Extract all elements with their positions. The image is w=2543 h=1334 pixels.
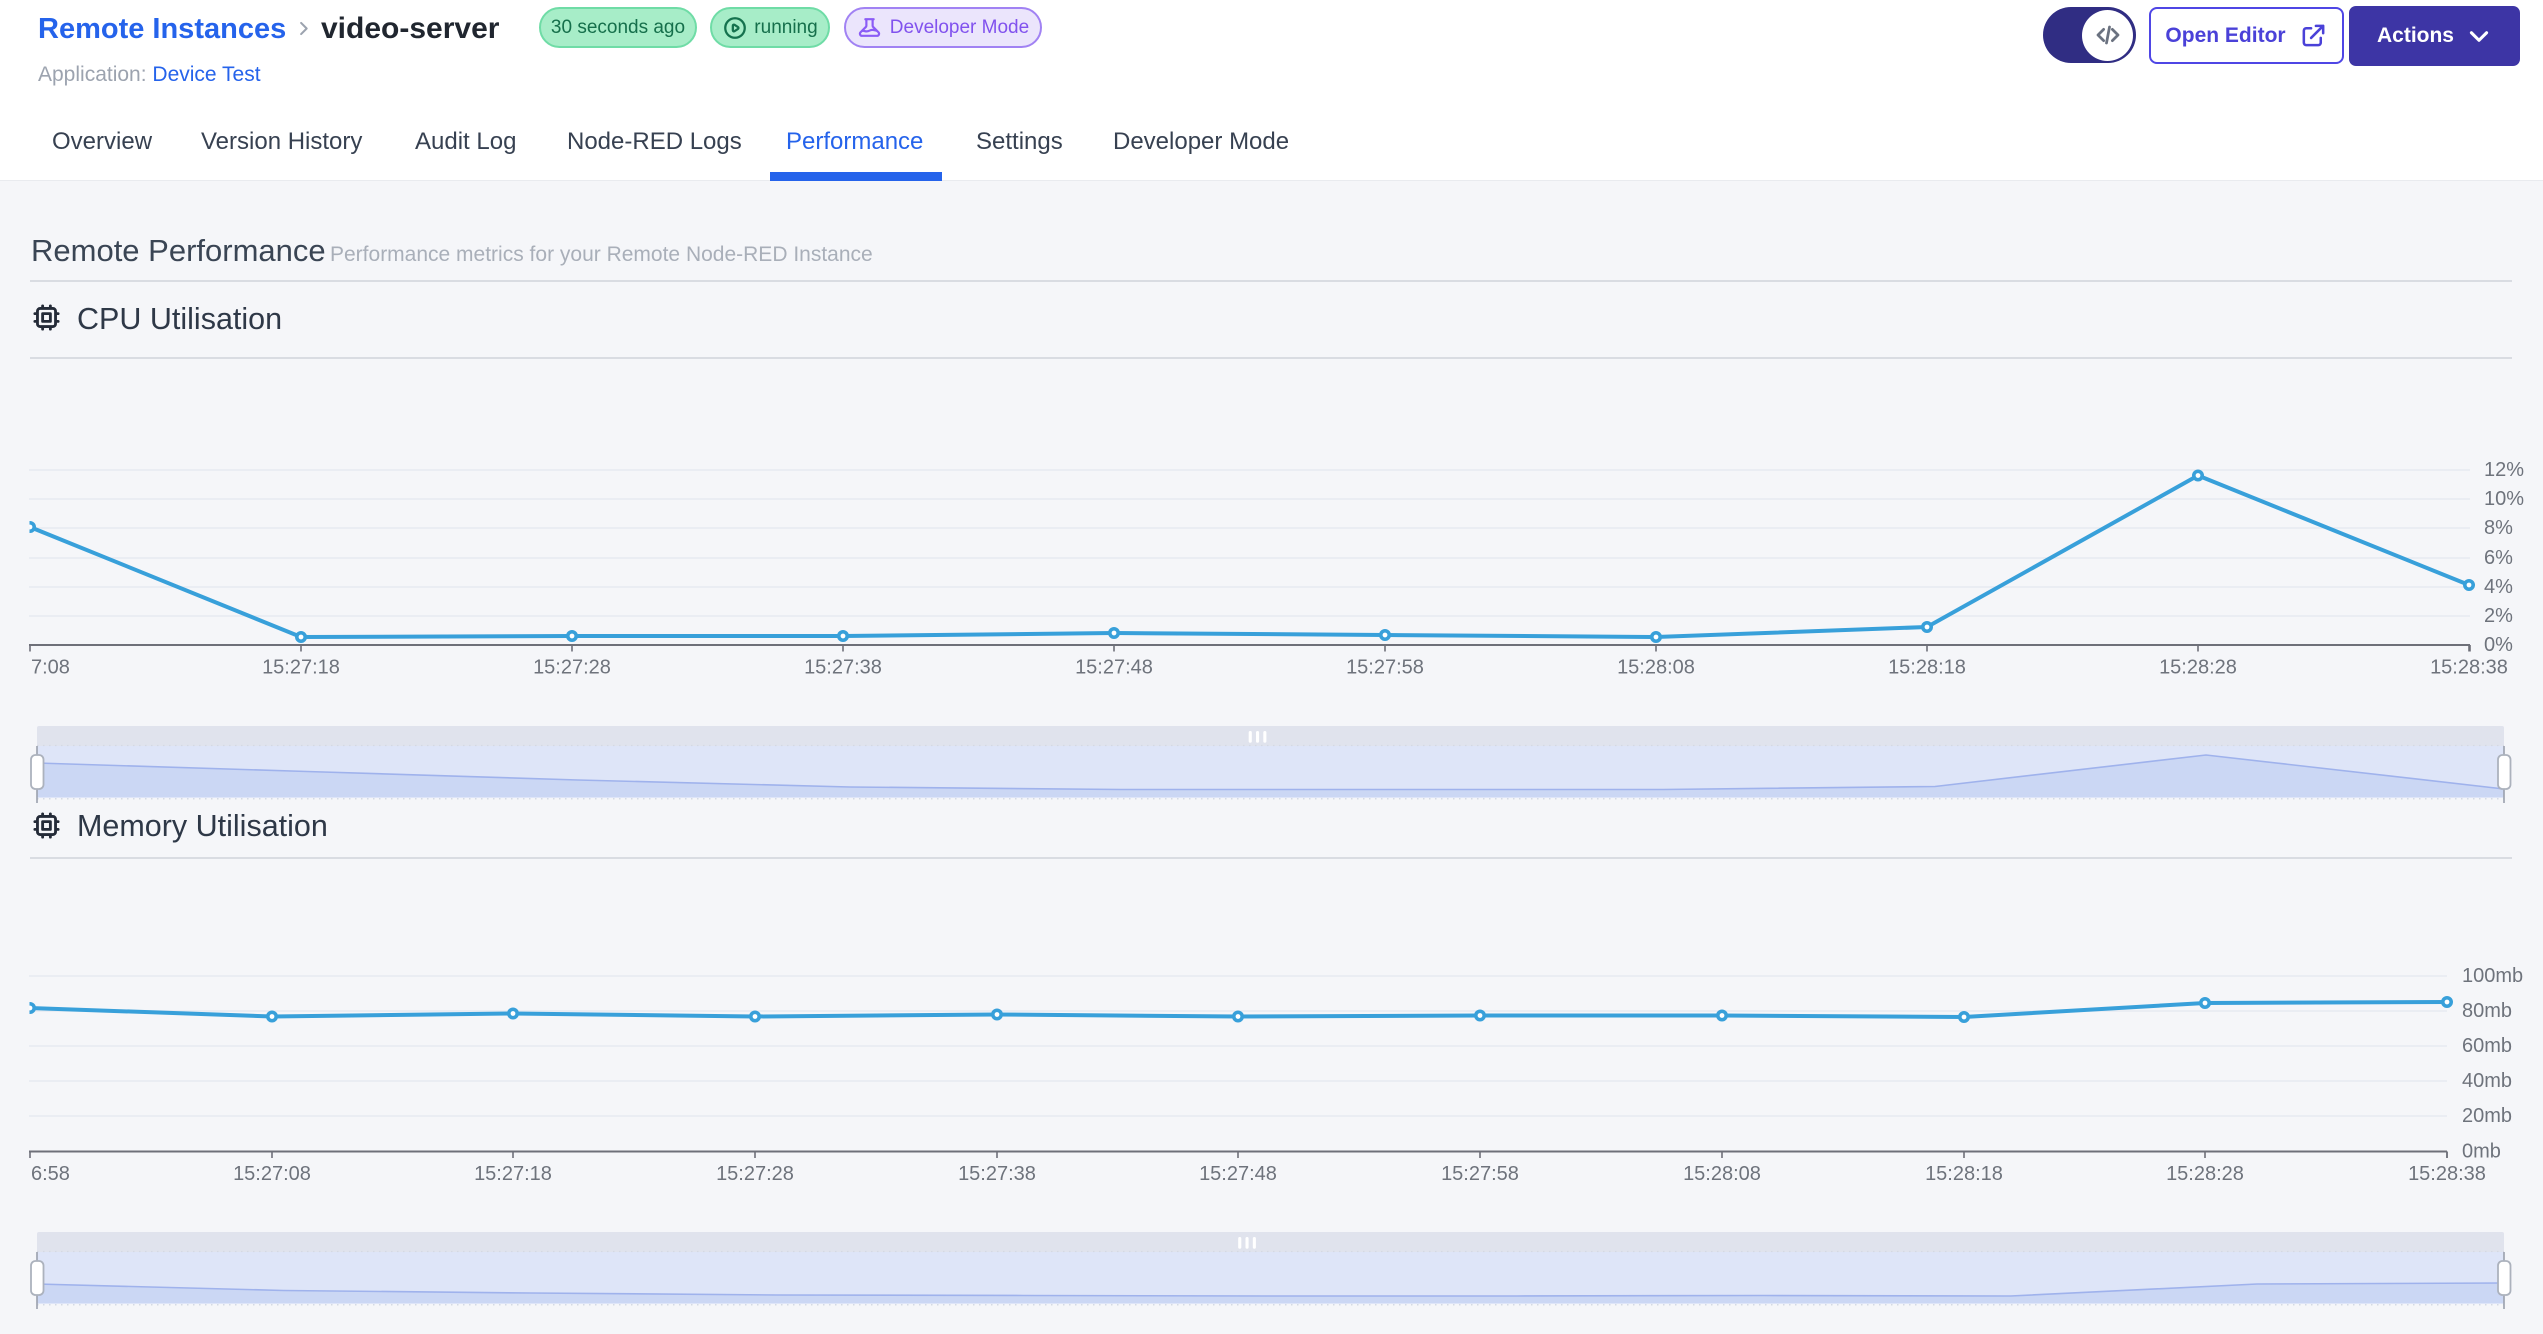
svg-text:15:28:28: 15:28:28	[2166, 1163, 2244, 1185]
svg-text:12%: 12%	[2484, 459, 2524, 481]
svg-text:15:27:28: 15:27:28	[533, 657, 611, 679]
svg-text:15:28:28: 15:28:28	[2159, 657, 2237, 679]
svg-text:15:27:38: 15:27:38	[958, 1163, 1036, 1185]
svg-text:2%: 2%	[2484, 605, 2513, 627]
svg-text:40mb: 40mb	[2462, 1070, 2512, 1092]
svg-text:15:27:18: 15:27:18	[262, 657, 340, 679]
svg-text:15:27:58: 15:27:58	[1441, 1163, 1519, 1185]
svg-text:15:27:38: 15:27:38	[804, 657, 882, 679]
svg-text:15:28:08: 15:28:08	[1617, 657, 1695, 679]
svg-text:0%: 0%	[2484, 634, 2513, 656]
svg-text:60mb: 60mb	[2462, 1035, 2512, 1057]
svg-text:15:28:18: 15:28:18	[1888, 657, 1966, 679]
svg-text:8%: 8%	[2484, 517, 2513, 539]
svg-text:15:28:18: 15:28:18	[1925, 1163, 2003, 1185]
svg-text:15:28:38: 15:28:38	[2430, 657, 2508, 679]
svg-text:7:08: 7:08	[31, 657, 70, 679]
svg-text:15:27:48: 15:27:48	[1075, 657, 1153, 679]
svg-text:4%: 4%	[2484, 576, 2513, 598]
svg-text:15:27:48: 15:27:48	[1199, 1163, 1277, 1185]
svg-text:15:27:08: 15:27:08	[233, 1163, 311, 1185]
svg-text:15:27:58: 15:27:58	[1346, 657, 1424, 679]
svg-text:6:58: 6:58	[31, 1163, 70, 1185]
svg-text:100mb: 100mb	[2462, 965, 2523, 987]
svg-text:80mb: 80mb	[2462, 1000, 2512, 1022]
svg-text:6%: 6%	[2484, 547, 2513, 569]
svg-text:15:27:28: 15:27:28	[716, 1163, 794, 1185]
svg-text:10%: 10%	[2484, 488, 2524, 510]
svg-text:20mb: 20mb	[2462, 1105, 2512, 1127]
svg-text:0mb: 0mb	[2462, 1141, 2501, 1163]
svg-text:15:28:38: 15:28:38	[2408, 1163, 2486, 1185]
svg-text:15:27:18: 15:27:18	[474, 1163, 552, 1185]
svg-text:15:28:08: 15:28:08	[1683, 1163, 1761, 1185]
